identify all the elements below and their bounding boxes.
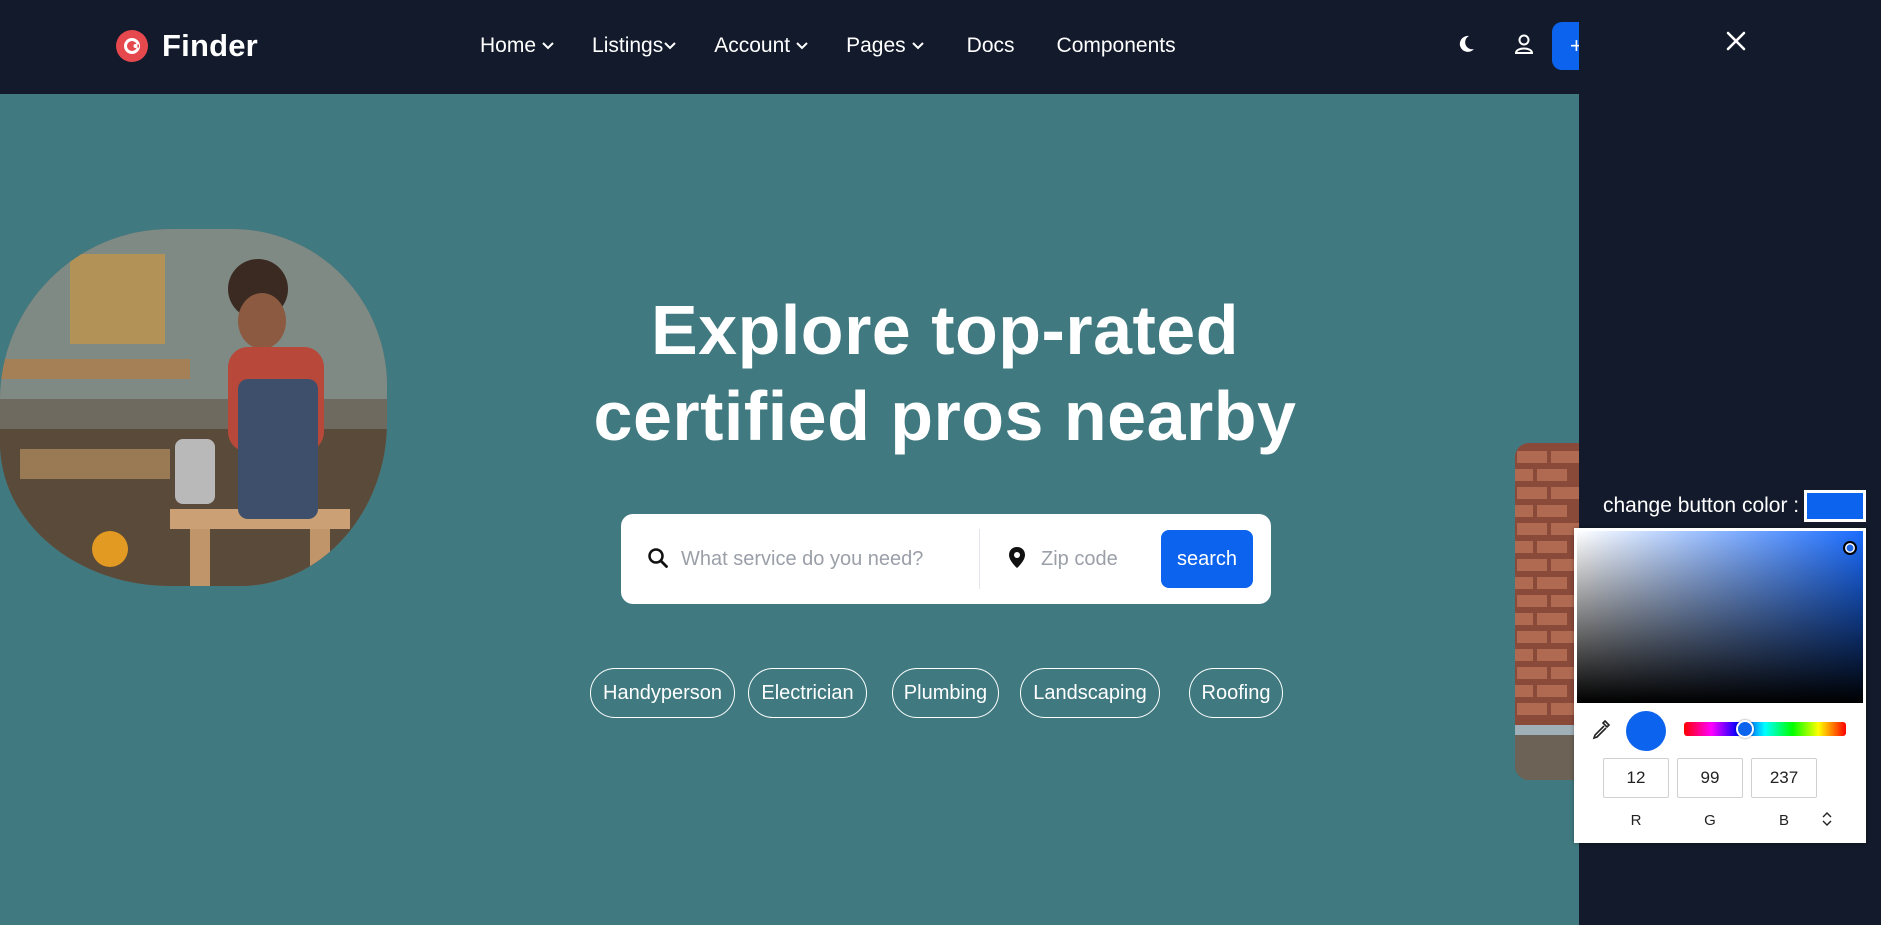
hue-slider[interactable] — [1684, 720, 1846, 738]
nav-account[interactable]: Account — [714, 34, 809, 58]
zip-code-input[interactable] — [1041, 539, 1171, 579]
tag-electrician[interactable]: Electrician — [748, 668, 867, 718]
button-color-swatch[interactable] — [1804, 490, 1866, 522]
category-tags: Handyperson Electrician Plumbing Landsca… — [590, 668, 1290, 718]
hero-title: Explore top-rated certified pros nearby — [545, 287, 1345, 459]
account-button[interactable] — [1510, 30, 1538, 58]
hero-title-line2: certified pros nearby — [593, 377, 1297, 455]
nav-docs[interactable]: Docs — [967, 34, 1015, 58]
nav-pages-label: Pages — [846, 34, 906, 57]
nav-home-label: Home — [480, 34, 537, 57]
color-mode-toggle-icon[interactable] — [1820, 810, 1834, 828]
saturation-handle[interactable] — [1843, 541, 1857, 555]
finder-logo-icon — [116, 30, 148, 62]
saturation-value-area[interactable] — [1577, 531, 1863, 703]
eyedropper-icon[interactable] — [1590, 718, 1612, 740]
red-value-input[interactable] — [1603, 758, 1669, 798]
user-icon — [1514, 34, 1534, 54]
location-pin-icon — [1009, 547, 1025, 568]
nav-components-label: Components — [1056, 34, 1176, 57]
nav-listings-label: Listings — [592, 34, 664, 57]
chevron-down-icon — [796, 42, 808, 50]
change-button-color-label: change button color : — [1603, 494, 1800, 517]
search-icon — [648, 548, 668, 568]
current-color-preview — [1626, 711, 1666, 751]
search-divider — [979, 529, 980, 589]
nav-links: Home Listings Account Pages Docs Compone… — [480, 34, 1176, 58]
search-button[interactable]: search — [1161, 530, 1253, 588]
search-box: search — [621, 514, 1271, 604]
navbar: Finder Home Listings Account Pages Docs — [0, 0, 1579, 94]
nav-docs-label: Docs — [966, 34, 1015, 57]
nav-pages[interactable]: Pages — [846, 34, 925, 58]
green-value-input[interactable] — [1677, 758, 1743, 798]
chevron-down-icon — [542, 42, 554, 50]
hue-handle[interactable] — [1736, 720, 1754, 738]
nav-home[interactable]: Home — [480, 34, 555, 58]
moon-icon — [1459, 35, 1474, 52]
tag-handyperson[interactable]: Handyperson — [590, 668, 735, 718]
chevron-down-icon — [664, 42, 676, 50]
close-icon[interactable] — [1723, 28, 1749, 54]
dark-mode-toggle[interactable] — [1452, 30, 1480, 58]
hero-title-line1: Explore top-rated — [650, 291, 1240, 369]
nav-listings[interactable]: Listings — [592, 34, 677, 58]
main-page: Finder Home Listings Account Pages Docs — [0, 0, 1579, 925]
add-listing-button[interactable]: + — [1552, 22, 1579, 70]
brand[interactable]: Finder — [116, 28, 258, 64]
brand-name: Finder — [162, 28, 258, 63]
hero-image-woodworker — [0, 229, 387, 586]
chevron-down-icon — [911, 42, 924, 50]
nav-components[interactable]: Components — [1057, 34, 1176, 58]
red-label: R — [1630, 812, 1642, 829]
green-label: G — [1704, 812, 1716, 829]
tag-plumbing[interactable]: Plumbing — [892, 668, 999, 718]
nav-icons — [1452, 30, 1538, 58]
tag-landscaping[interactable]: Landscaping — [1020, 668, 1160, 718]
brick-wall-image — [1515, 443, 1579, 780]
blue-value-input[interactable] — [1751, 758, 1817, 798]
tag-roofing[interactable]: Roofing — [1189, 668, 1283, 718]
nav-account-label: Account — [714, 34, 791, 57]
button-color-swatch-fill — [1807, 493, 1863, 519]
color-picker: R G B — [1574, 528, 1866, 843]
service-search-input[interactable] — [681, 539, 971, 579]
blue-label: B — [1778, 812, 1789, 829]
